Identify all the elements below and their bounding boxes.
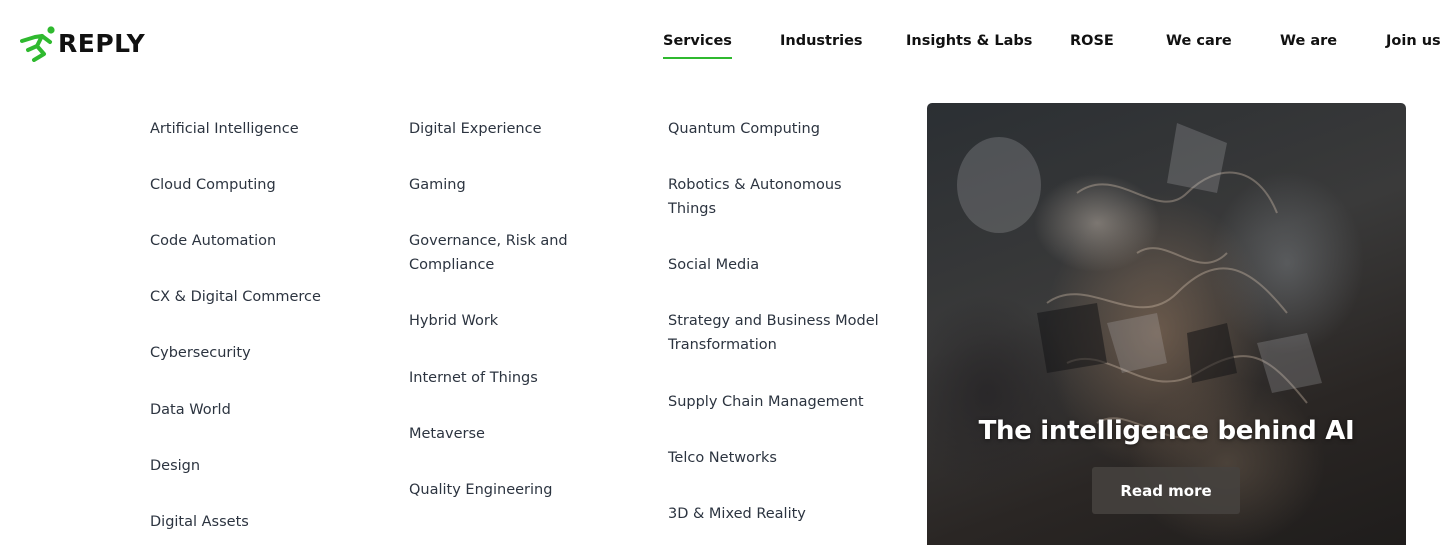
menu-link-cx-digital-commerce[interactable]: CX & Digital Commerce: [150, 285, 321, 309]
promo-card[interactable]: The intelligence behind AI Read more: [927, 103, 1406, 545]
menu-link-governance-risk-compliance[interactable]: Governance, Risk and Compliance: [409, 229, 579, 277]
nav-item-we-are[interactable]: We are: [1280, 29, 1337, 53]
nav-item-we-care[interactable]: We care: [1166, 29, 1232, 53]
menu-link-social-media[interactable]: Social Media: [668, 253, 759, 277]
menu-link-hybrid-work[interactable]: Hybrid Work: [409, 309, 498, 333]
nav-item-services[interactable]: Services: [663, 29, 732, 59]
menu-link-robotics-autonomous-things[interactable]: Robotics & Autonomous Things: [668, 173, 853, 221]
menu-link-digital-assets[interactable]: Digital Assets: [150, 510, 249, 534]
nav-item-join-us[interactable]: Join us: [1386, 29, 1441, 53]
menu-link-cloud-computing[interactable]: Cloud Computing: [150, 173, 276, 197]
nav-item-insights-labs[interactable]: Insights & Labs: [906, 29, 1032, 53]
promo-title: The intelligence behind AI: [978, 416, 1355, 446]
menu-link-cybersecurity[interactable]: Cybersecurity: [150, 341, 251, 365]
nav-item-rose[interactable]: ROSE: [1070, 29, 1114, 53]
nav-item-industries[interactable]: Industries: [780, 29, 863, 53]
menu-link-code-automation[interactable]: Code Automation: [150, 229, 276, 253]
menu-link-gaming[interactable]: Gaming: [409, 173, 466, 197]
menu-link-quantum-computing[interactable]: Quantum Computing: [668, 117, 820, 141]
menu-link-metaverse[interactable]: Metaverse: [409, 422, 485, 446]
menu-link-data-world[interactable]: Data World: [150, 398, 231, 422]
main-nav: Services Industries Insights & Labs ROSE…: [0, 29, 1456, 59]
read-more-button[interactable]: Read more: [1092, 467, 1240, 514]
menu-link-digital-experience[interactable]: Digital Experience: [409, 117, 542, 141]
menu-link-quality-engineering[interactable]: Quality Engineering: [409, 478, 552, 502]
menu-link-artificial-intelligence[interactable]: Artificial Intelligence: [150, 117, 299, 141]
menu-link-strategy-business-model[interactable]: Strategy and Business Model Transformati…: [668, 309, 883, 357]
menu-link-supply-chain-management[interactable]: Supply Chain Management: [668, 390, 864, 414]
menu-link-internet-of-things[interactable]: Internet of Things: [409, 366, 538, 390]
menu-link-design[interactable]: Design: [150, 454, 200, 478]
menu-link-telco-networks[interactable]: Telco Networks: [668, 446, 777, 470]
menu-link-3d-mixed-reality[interactable]: 3D & Mixed Reality: [668, 502, 806, 526]
